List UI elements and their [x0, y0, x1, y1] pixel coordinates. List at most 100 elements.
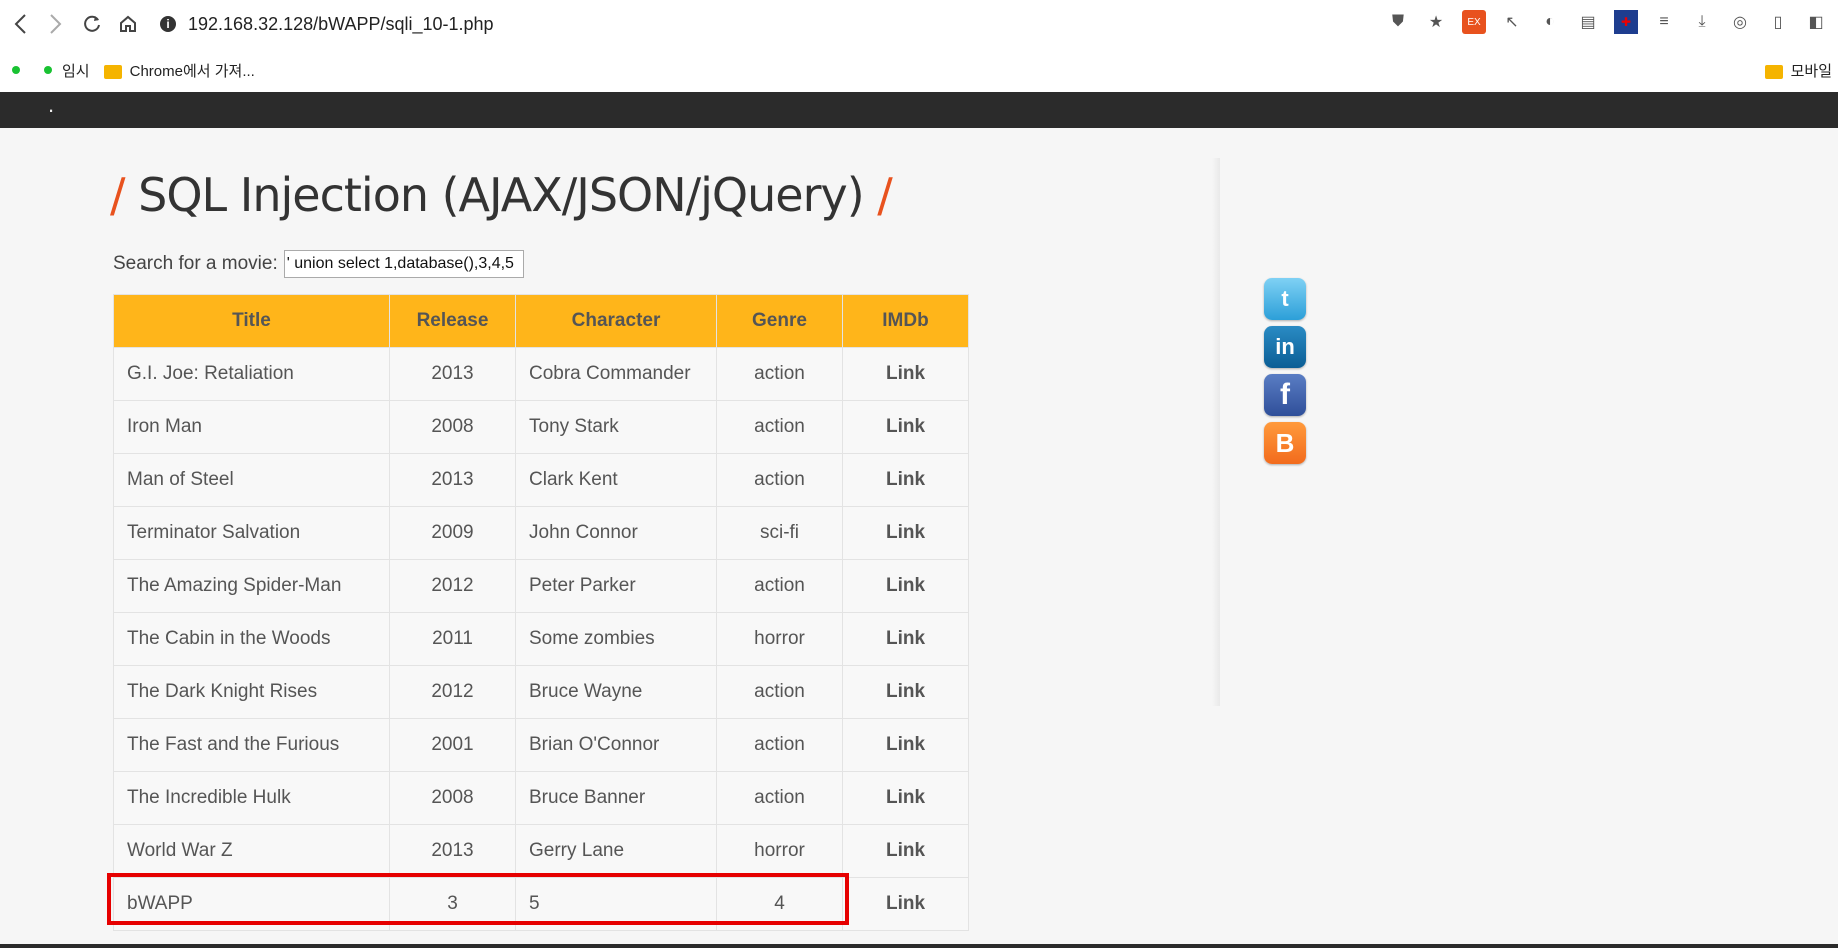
- imdb-link[interactable]: Link: [886, 416, 925, 437]
- cell-release: 2013: [389, 347, 516, 401]
- cell-character: Some zombies: [515, 612, 717, 666]
- back-arrow-icon: [14, 14, 26, 34]
- cell-genre: horror: [716, 824, 843, 878]
- shield-icon[interactable]: ⛊: [1386, 10, 1410, 34]
- header-imdb: IMDb: [842, 294, 969, 348]
- cell-imdb: Link: [842, 771, 969, 825]
- cell-release: 3: [389, 877, 516, 931]
- header-genre: Genre: [716, 294, 843, 348]
- bookmark-star-icon[interactable]: ★: [1424, 10, 1448, 34]
- extension-window-icon[interactable]: ▤: [1576, 10, 1600, 34]
- download-icon[interactable]: ⤓: [1690, 10, 1714, 34]
- cell-release: 2013: [389, 453, 516, 507]
- cell-imdb: Link: [842, 347, 969, 401]
- imdb-link[interactable]: Link: [886, 628, 925, 649]
- cell-genre: sci-fi: [716, 506, 843, 560]
- cell-release: 2012: [389, 559, 516, 613]
- mobile-bookmarks[interactable]: 모바일: [1764, 60, 1832, 81]
- extension-cursor-icon[interactable]: ↖: [1500, 10, 1524, 34]
- header-release: Release: [389, 294, 516, 348]
- facebook-icon[interactable]: f: [1264, 374, 1306, 416]
- address-bar[interactable]: i 192.168.32.128/bWAPP/sqli_10-1.php: [160, 14, 494, 35]
- cell-title: The Amazing Spider-Man: [113, 559, 390, 613]
- movies-table: Title Release Character Genre IMDb G.I. …: [113, 294, 969, 931]
- imdb-link[interactable]: Link: [886, 681, 925, 702]
- imdb-link[interactable]: Link: [886, 522, 925, 543]
- movie-search-input[interactable]: [283, 250, 524, 278]
- site-info-icon[interactable]: i: [160, 16, 176, 32]
- cell-genre: action: [716, 771, 843, 825]
- cell-release: 2001: [389, 718, 516, 772]
- cell-title: Terminator Salvation: [113, 506, 390, 560]
- home-button[interactable]: [110, 6, 146, 42]
- table-row: Man of Steel 2013 Clark Kent action Link: [113, 453, 969, 507]
- table-row: The Fast and the Furious 2001 Brian O'Co…: [113, 718, 969, 772]
- imdb-link[interactable]: Link: [886, 893, 925, 914]
- cell-title: Man of Steel: [113, 453, 390, 507]
- bookmark-dot-icon: [44, 66, 52, 74]
- header-character: Character: [515, 294, 717, 348]
- bookmark-temp[interactable]: 임시: [62, 60, 90, 81]
- imdb-link[interactable]: Link: [886, 363, 925, 384]
- search-row: Search for a movie:: [113, 250, 524, 278]
- imdb-link[interactable]: Link: [886, 840, 925, 861]
- extension-ex-icon[interactable]: EX: [1462, 10, 1486, 34]
- twitter-icon[interactable]: t: [1264, 278, 1306, 320]
- reader-icon[interactable]: ▯: [1766, 10, 1790, 34]
- url-text: 192.168.32.128/bWAPP/sqli_10-1.php: [188, 13, 494, 34]
- table-row: Iron Man 2008 Tony Stark action Link: [113, 400, 969, 454]
- cell-genre: 4: [716, 877, 843, 931]
- cell-release: 2009: [389, 506, 516, 560]
- sidebar-icon[interactable]: ◧: [1804, 10, 1828, 34]
- page-title: / SQL Injection (AJAX/JSON/jQuery) /: [110, 168, 893, 222]
- extension-icons: ⛊ ★ EX ↖ ◐ ▤ ✚ ≡ ⤓ ◎ ▯ ◧: [1386, 10, 1828, 34]
- table-row: G.I. Joe: Retaliation 2013 Cobra Command…: [113, 347, 969, 401]
- back-button[interactable]: [2, 6, 38, 42]
- cell-genre: action: [716, 347, 843, 401]
- cell-imdb: Link: [842, 877, 969, 931]
- cell-release: 2013: [389, 824, 516, 878]
- cell-character: Cobra Commander: [515, 347, 717, 401]
- reading-list-icon[interactable]: ≡: [1652, 10, 1676, 34]
- cell-character: Tony Stark: [515, 400, 717, 454]
- cell-title: G.I. Joe: Retaliation: [113, 347, 390, 401]
- header-title: Title: [113, 294, 390, 348]
- cell-title: bWAPP: [113, 877, 390, 931]
- browser-toolbar: i 192.168.32.128/bWAPP/sqli_10-1.php ⛊ ★…: [0, 0, 1838, 48]
- imdb-link[interactable]: Link: [886, 787, 925, 808]
- cell-imdb: Link: [842, 400, 969, 454]
- imdb-link[interactable]: Link: [886, 734, 925, 755]
- forward-button[interactable]: [38, 6, 74, 42]
- extension-flag-icon[interactable]: ✚: [1614, 10, 1638, 34]
- title-text: SQL Injection (AJAX/JSON/jQuery): [138, 168, 865, 222]
- screenshot-icon[interactable]: ◎: [1728, 10, 1752, 34]
- table-row: The Incredible Hulk 2008 Bruce Banner ac…: [113, 771, 969, 825]
- cell-title: World War Z: [113, 824, 390, 878]
- header-glyph: .: [48, 92, 55, 117]
- page-header-strip: .: [0, 92, 1838, 128]
- table-row: The Dark Knight Rises 2012 Bruce Wayne a…: [113, 665, 969, 719]
- cell-release: 2012: [389, 665, 516, 719]
- cell-character: Gerry Lane: [515, 824, 717, 878]
- reload-button[interactable]: [74, 6, 110, 42]
- cell-character: Brian O'Connor: [515, 718, 717, 772]
- cell-character: Peter Parker: [515, 559, 717, 613]
- blogger-icon[interactable]: B: [1264, 422, 1306, 464]
- cell-title: The Cabin in the Woods: [113, 612, 390, 666]
- imdb-link[interactable]: Link: [886, 575, 925, 596]
- cell-character: John Connor: [515, 506, 717, 560]
- imdb-link[interactable]: Link: [886, 469, 925, 490]
- cell-imdb: Link: [842, 612, 969, 666]
- blogger-letter: B: [1275, 427, 1295, 458]
- title-slash-right: /: [877, 168, 892, 222]
- bookmark-chrome-import[interactable]: Chrome에서 가져...: [130, 60, 255, 81]
- cell-imdb: Link: [842, 665, 969, 719]
- footer-edge: [0, 944, 1838, 948]
- cell-genre: action: [716, 665, 843, 719]
- table-row: The Amazing Spider-Man 2012 Peter Parker…: [113, 559, 969, 613]
- cell-character: Bruce Wayne: [515, 665, 717, 719]
- reload-icon: [84, 15, 100, 32]
- table-row-injected: bWAPP 3 5 4 Link: [113, 877, 969, 931]
- linkedin-icon[interactable]: in: [1264, 326, 1306, 368]
- extension-mouse-icon[interactable]: ◐: [1538, 10, 1562, 34]
